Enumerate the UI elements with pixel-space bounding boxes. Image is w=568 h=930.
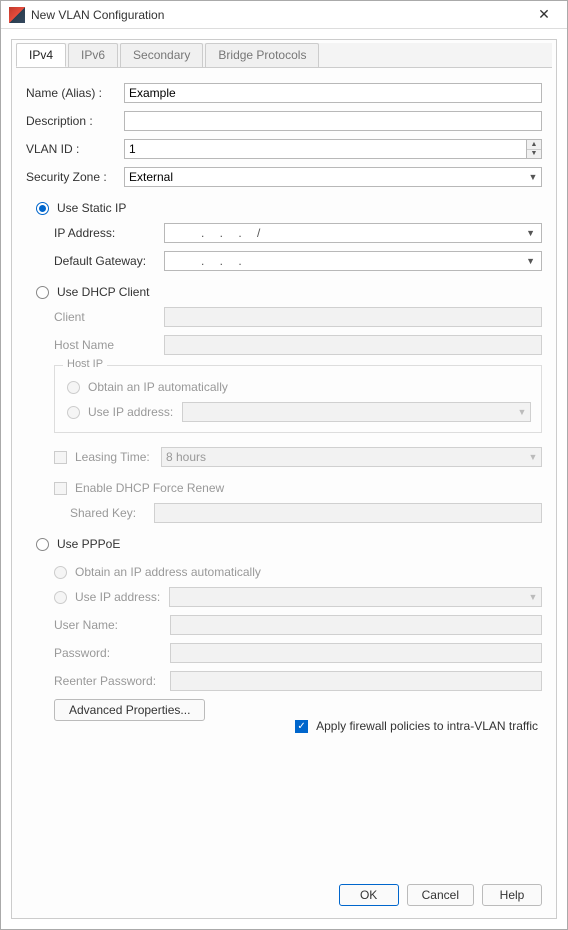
name-label: Name (Alias) : [26,86,124,100]
pppoe-useip-label: Use IP address: [75,590,169,604]
pppoe-label: Use PPPoE [57,537,120,551]
help-button[interactable]: Help [482,884,542,906]
vlanid-label: VLAN ID : [26,142,124,156]
dhcp-label: Use DHCP Client [57,285,149,299]
name-input[interactable] [124,83,542,103]
ip-address-label: IP Address: [54,226,164,240]
static-ip-radio[interactable] [36,202,49,215]
password2-label: Reenter Password: [54,674,170,688]
vlanid-up-icon[interactable]: ▲ [527,140,541,150]
firewall-checkbox[interactable]: ✓ [295,720,308,733]
pppoe-obtain-label: Obtain an IP address automatically [75,565,261,579]
tab-ipv4[interactable]: IPv4 [16,43,66,67]
password2-input [170,671,542,691]
leasing-select: 8 hours ▼ [161,447,542,467]
pppoe-obtain-radio [54,566,67,579]
client-label: Client [54,310,164,324]
sharedkey-label: Shared Key: [70,506,154,520]
leasing-label: Leasing Time: [75,450,161,464]
obtain-ip-radio [67,381,80,394]
advanced-properties-button[interactable]: Advanced Properties... [54,699,205,721]
chevron-down-icon: ▼ [525,592,541,602]
leasing-value: 8 hours [162,450,525,464]
app-icon [9,7,25,23]
use-ip-label: Use IP address: [88,405,182,419]
dialog-footer: OK Cancel Help [12,874,556,918]
vlanid-input[interactable] [124,139,526,159]
leasing-checkbox [54,451,67,464]
tabs: IPv4 IPv6 Secondary Bridge Protocols [16,43,552,68]
hostip-legend: Host IP [63,358,107,370]
tab-ipv6[interactable]: IPv6 [68,43,118,67]
titlebar: New VLAN Configuration ✕ [1,1,567,29]
chevron-down-icon: ▼ [514,407,530,417]
static-ip-label: Use Static IP [57,201,126,215]
use-ip-select: ▼ [182,402,531,422]
tab-body-ipv4: Name (Alias) : Description : VLAN ID : ▲… [12,69,556,874]
main-panel: IPv4 IPv6 Secondary Bridge Protocols Nam… [11,39,557,919]
force-renew-label: Enable DHCP Force Renew [75,481,224,495]
zone-select[interactable]: External ▼ [124,167,542,187]
dhcp-radio[interactable] [36,286,49,299]
force-renew-checkbox [54,482,67,495]
gateway-input[interactable]: . . . ▼ [164,251,542,271]
zone-value: External [125,170,525,184]
chevron-down-icon: ▼ [526,256,535,266]
tab-bridge-protocols[interactable]: Bridge Protocols [205,43,319,67]
content: IPv4 IPv6 Secondary Bridge Protocols Nam… [1,29,567,929]
chevron-down-icon: ▼ [526,228,535,238]
client-input [164,307,542,327]
pppoe-radio[interactable] [36,538,49,551]
ip-address-input[interactable]: . . . / ▼ [164,223,542,243]
close-button[interactable]: ✕ [529,5,559,25]
zone-label: Security Zone : [26,170,124,184]
description-label: Description : [26,114,124,128]
vlanid-down-icon[interactable]: ▼ [527,150,541,159]
password-label: Password: [54,646,170,660]
hostip-fieldset: Host IP Obtain an IP automatically Use I… [54,365,542,433]
sharedkey-input [154,503,542,523]
obtain-ip-label: Obtain an IP automatically [88,380,228,394]
use-ip-radio [67,406,80,419]
password-input [170,643,542,663]
ok-button[interactable]: OK [339,884,399,906]
tab-secondary[interactable]: Secondary [120,43,203,67]
username-input [170,615,542,635]
hostname-input [164,335,542,355]
pppoe-useip-radio [54,591,67,604]
firewall-label: Apply firewall policies to intra-VLAN tr… [316,719,538,733]
vlan-config-dialog: New VLAN Configuration ✕ IPv4 IPv6 Secon… [0,0,568,930]
window-title: New VLAN Configuration [31,8,529,22]
vlanid-spinner[interactable]: ▲ ▼ [526,139,542,159]
chevron-down-icon: ▼ [525,452,541,462]
chevron-down-icon: ▼ [525,172,541,182]
pppoe-useip-select: ▼ [169,587,542,607]
gateway-label: Default Gateway: [54,254,164,268]
hostname-label: Host Name [54,338,164,352]
username-label: User Name: [54,618,170,632]
cancel-button[interactable]: Cancel [407,884,474,906]
description-input[interactable] [124,111,542,131]
